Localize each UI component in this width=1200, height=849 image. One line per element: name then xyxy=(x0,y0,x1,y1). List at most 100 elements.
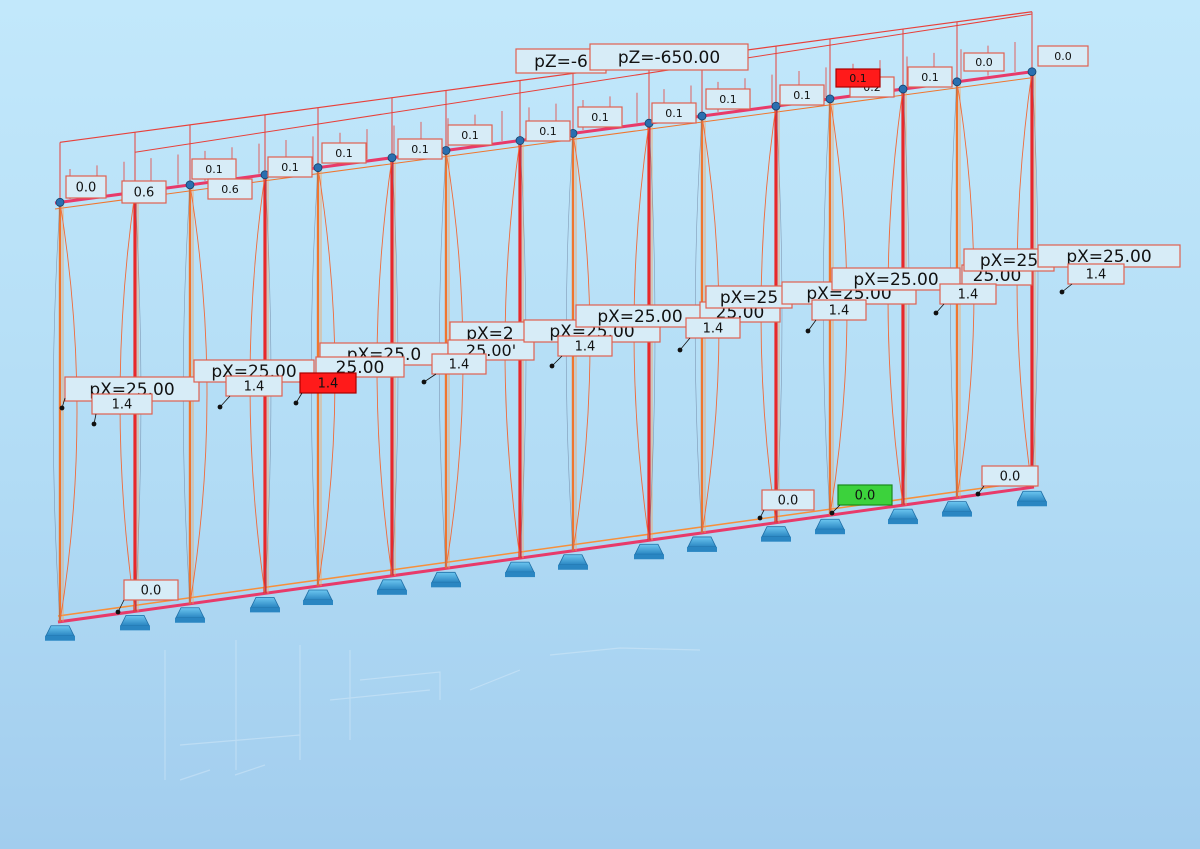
label-text: pX=25 xyxy=(980,251,1038,271)
mid-value-label: 1.4 xyxy=(91,393,153,427)
beams xyxy=(54,70,1035,624)
label-text: 0.1 xyxy=(205,163,223,176)
leader-dot xyxy=(757,515,763,521)
label-text: pX=25 xyxy=(720,288,778,308)
label-text: 0.0 xyxy=(1000,470,1021,485)
support-plate xyxy=(303,600,333,606)
structure-frame: pZ=-6 pZ=-650.00 0.0 0.6 0.1 0.6 0.1 0.1 0.1 0.1 0… xyxy=(45,11,1181,781)
label-text: 0.1 xyxy=(461,129,479,142)
label-text: 0.0 xyxy=(855,489,876,504)
support-icon xyxy=(45,625,75,637)
label-text: 0.6 xyxy=(134,186,155,201)
support-plate xyxy=(431,582,461,588)
support-icon xyxy=(175,607,205,619)
mid-value-label: 1.4 xyxy=(677,317,741,353)
label-text: pZ=-6 xyxy=(534,52,588,72)
top-value-label: 0.0 xyxy=(65,175,107,199)
label-text: 0.1 xyxy=(281,161,299,174)
leader-dot xyxy=(549,363,555,369)
support-icon xyxy=(250,596,280,608)
leader-dot xyxy=(115,609,121,615)
label-text: 1.4 xyxy=(449,358,470,373)
support-icon xyxy=(942,501,972,513)
top-joint-icon xyxy=(898,84,908,94)
support-plate xyxy=(888,519,918,525)
top-value-label: 0.1 xyxy=(779,84,825,106)
support-icon xyxy=(687,536,717,548)
top-joint-icon xyxy=(387,153,397,163)
top-value-label: 0.1 xyxy=(705,88,751,110)
top-value-label: 0.6 xyxy=(121,180,167,204)
support-plate xyxy=(175,617,205,623)
leader-dot xyxy=(933,310,939,316)
top-joint-icon xyxy=(313,163,323,173)
bottom-beam xyxy=(57,485,1035,624)
mid-value-label: 1.4 xyxy=(1059,263,1125,295)
label-text: 1.4 xyxy=(244,380,265,395)
leader-dot xyxy=(677,347,683,353)
top-joint-icon xyxy=(825,94,835,104)
mid-value-label-max: 1.4 xyxy=(293,372,357,406)
label-text: 1.4 xyxy=(112,398,133,413)
top-value-label: 0.6 xyxy=(207,178,253,200)
label-text: 1.4 xyxy=(958,288,979,303)
label-text: 0.1 xyxy=(335,147,353,160)
top-value-label: 0.1 xyxy=(397,138,443,160)
top-beam-edge xyxy=(54,77,1031,210)
top-joint-icon xyxy=(771,101,781,111)
load-label-px: pX=25.00 xyxy=(575,304,705,328)
label-text: pZ=-650.00 xyxy=(618,48,720,68)
support-icon xyxy=(634,543,664,555)
top-value-label: 0.1 xyxy=(321,142,367,164)
top-value-label: 0.1 xyxy=(191,158,237,180)
model-viewport[interactable]: pZ=-6 pZ=-650.00 0.0 0.6 0.1 0.6 0.1 0.1 0.1 0.1 0… xyxy=(0,0,1200,849)
label-text: 0.1 xyxy=(665,107,683,120)
mid-value-label: 1.4 xyxy=(933,283,997,316)
top-value-label: 0.1 xyxy=(907,66,953,88)
support-icon xyxy=(815,518,845,530)
support-icon xyxy=(1017,490,1047,502)
top-joint-icon xyxy=(1027,67,1037,77)
leader-dot xyxy=(1059,289,1065,295)
top-joint-icon xyxy=(185,180,195,190)
label-text: 0.0 xyxy=(141,584,162,599)
top-value-label: 0.1 xyxy=(267,156,313,178)
support-icon xyxy=(558,554,588,566)
label-text: 0.1 xyxy=(719,93,737,106)
top-joint-icon xyxy=(55,197,65,207)
label-text: 1.4 xyxy=(829,304,850,319)
label-text: 1.4 xyxy=(575,340,596,355)
mid-value-label: 1.4 xyxy=(549,335,613,369)
leader-dot xyxy=(59,405,65,411)
support-icon xyxy=(761,526,791,538)
label-text: 0.0 xyxy=(975,56,993,69)
result-labels: pZ=-6 pZ=-650.00 0.0 0.6 0.1 0.6 0.1 0.1 0.1 0.1 0… xyxy=(59,43,1181,615)
label-text: 0.0 xyxy=(1054,50,1072,63)
top-value-label: 0.1 xyxy=(447,124,493,146)
support-plate xyxy=(45,635,75,641)
support-plate xyxy=(761,536,791,542)
label-text: 0.1 xyxy=(793,89,811,102)
support-plate xyxy=(377,589,407,595)
support-plate xyxy=(558,564,588,570)
support-plate xyxy=(942,511,972,517)
top-value-label: 0.1 xyxy=(525,120,571,142)
label-text: 0.0 xyxy=(76,181,97,196)
leader-dot xyxy=(805,328,811,334)
top-value-label-max: 0.1 xyxy=(835,68,881,88)
mid-value-label: 1.4 xyxy=(805,299,867,334)
leader-dot xyxy=(421,379,427,385)
label-text: pX=25.00 xyxy=(853,270,938,290)
leader-dot xyxy=(829,510,835,516)
label-text: 0.1 xyxy=(921,71,939,84)
load-label-px: pX=25 xyxy=(705,285,793,309)
top-value-label: 0.1 xyxy=(651,102,697,124)
leader-dot xyxy=(217,404,223,410)
deflection-curves xyxy=(52,71,1039,622)
label-text: 1.4 xyxy=(703,322,724,337)
support-plate xyxy=(634,554,664,560)
top-joint-icon xyxy=(697,111,707,121)
load-label-pz-front: pZ=-650.00 xyxy=(589,43,749,71)
label-text: 1.4 xyxy=(1086,268,1107,283)
label-text: 0.1 xyxy=(539,125,557,138)
